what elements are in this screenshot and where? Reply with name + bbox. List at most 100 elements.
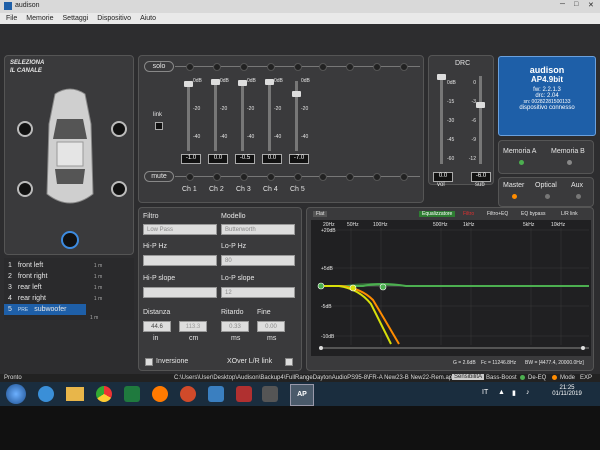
input-optical-label[interactable]: Optical (535, 182, 557, 189)
gain-value-ch2[interactable]: 0.0 (208, 154, 228, 164)
volume-icon[interactable]: ♪ (526, 389, 530, 396)
fader-track-ch4[interactable] (268, 81, 271, 151)
menu-aiuto[interactable]: Aiuto (140, 15, 156, 22)
eq-node-2-icon[interactable] (349, 284, 357, 292)
solo-extra-dot-1-icon[interactable] (319, 63, 327, 71)
equalizzatore-button[interactable]: Equalizzatore (419, 211, 456, 217)
gain-value-ch3[interactable]: -0.5 (235, 154, 255, 164)
gain-value-ch1[interactable]: -1.0 (181, 154, 201, 164)
speaker-rear-right-icon[interactable] (111, 181, 127, 197)
menu-settaggi[interactable]: Settaggi (63, 15, 89, 22)
solo-dot-ch3-icon[interactable] (240, 63, 248, 71)
network-icon[interactable]: ▮ (512, 389, 516, 397)
firefox-icon[interactable] (152, 386, 168, 402)
clock[interactable]: 21:25 01/11/2019 (552, 385, 582, 397)
fader-knob-ch4[interactable] (265, 79, 274, 85)
input-aux-label[interactable]: Aux (571, 182, 583, 189)
sub-fader-knob[interactable] (476, 102, 485, 108)
ritardo-field[interactable]: 0.33 (221, 321, 249, 332)
mute-button[interactable]: mute (144, 171, 174, 182)
audison-taskbar-icon[interactable]: AP (290, 384, 314, 406)
vol-fader-track[interactable] (440, 76, 443, 164)
lop-slope-select[interactable]: 12 (221, 287, 295, 298)
mute-dot-ch2-icon[interactable] (213, 173, 221, 181)
channel-row-4[interactable]: 4 rear right 1 m (4, 293, 134, 304)
xover-checkbox[interactable] (285, 358, 293, 366)
x-slider-start-icon[interactable] (319, 346, 323, 350)
mute-extra-dot-1-icon[interactable] (319, 173, 327, 181)
solo-button[interactable]: solo (144, 61, 174, 72)
app-grey-icon[interactable] (262, 386, 278, 402)
eq-node-3-icon[interactable] (379, 283, 387, 291)
fader-knob-ch2[interactable] (211, 79, 220, 85)
app-cd-icon[interactable] (236, 386, 252, 402)
link-checkbox[interactable] (155, 122, 163, 130)
fader-knob-ch3[interactable] (238, 80, 247, 87)
tab-flat[interactable]: Flat (313, 211, 328, 217)
folder-icon[interactable] (66, 387, 84, 401)
speaker-front-right-icon[interactable] (111, 121, 127, 137)
mute-dot-ch1-icon[interactable] (186, 173, 194, 181)
vol-value[interactable]: 0.0 (433, 172, 453, 182)
mute-dot-ch3-icon[interactable] (240, 173, 248, 181)
solo-dot-ch2-icon[interactable] (213, 63, 221, 71)
mute-extra-dot-2-icon[interactable] (346, 173, 354, 181)
hip-hz-select[interactable] (143, 255, 217, 266)
eq-bypass-toggle[interactable]: EQ bypass (521, 211, 545, 217)
gain-value-ch4[interactable]: 0.0 (262, 154, 282, 164)
media-icon[interactable] (124, 386, 140, 402)
menu-memorie[interactable]: Memorie (26, 15, 53, 22)
vol-fader-knob[interactable] (437, 74, 446, 80)
app-blue-icon[interactable] (208, 386, 224, 402)
fader-knob-ch5[interactable] (292, 90, 301, 97)
tray-arrow-icon[interactable]: ▲ (498, 389, 505, 396)
channel-row-5-selected[interactable]: 5 PRE subwoofer (4, 304, 86, 315)
x-slider-end-icon[interactable] (581, 346, 585, 350)
solo-extra-dot-3-icon[interactable] (373, 63, 381, 71)
app-red-icon[interactable] (180, 386, 196, 402)
filtro-toggle[interactable]: Filtro (463, 211, 474, 217)
sub-fader-track[interactable] (479, 76, 482, 164)
fine-field[interactable]: 0.00 (257, 321, 285, 332)
mute-extra-dot-3-icon[interactable] (373, 173, 381, 181)
inversione-checkbox[interactable] (145, 358, 153, 366)
start-button-icon[interactable] (6, 384, 26, 404)
menu-file[interactable]: File (6, 15, 17, 22)
distanza-cm-field[interactable]: 113.3 (179, 321, 207, 332)
maximize-icon[interactable]: □ (574, 1, 578, 8)
sub-value[interactable]: -6.0 (471, 172, 491, 182)
memory-a-label[interactable]: Memoria A (503, 148, 536, 155)
mute-dot-ch4-icon[interactable] (267, 173, 275, 181)
eq-graph[interactable] (311, 220, 591, 356)
fader-track-ch1[interactable] (187, 81, 190, 151)
filtro-eq-toggle[interactable]: Filtro+EQ (487, 211, 508, 217)
gain-value-ch5[interactable]: -7.0 (289, 154, 309, 164)
speaker-rear-left-icon[interactable] (17, 181, 33, 197)
solo-extra-dot-4-icon[interactable] (400, 63, 408, 71)
hip-slope-select[interactable] (143, 287, 217, 298)
solo-extra-dot-2-icon[interactable] (346, 63, 354, 71)
solo-dot-ch4-icon[interactable] (267, 63, 275, 71)
channel-row-3[interactable]: 3 rear left 1 m (4, 282, 134, 293)
language-indicator[interactable]: IT (482, 389, 488, 396)
minimize-icon[interactable]: ─ (560, 1, 565, 8)
channel-row-1[interactable]: 1 front left 1 m (4, 260, 134, 271)
eq-node-1-icon[interactable] (317, 282, 325, 290)
solo-dot-ch5-icon[interactable] (294, 63, 302, 71)
lr-link-toggle[interactable]: L/R link (561, 211, 578, 217)
channel-row-2[interactable]: 2 front right 1 m (4, 271, 134, 282)
subwoofer-icon[interactable] (61, 231, 79, 249)
distanza-in-field[interactable]: 44.6 (143, 321, 171, 332)
memory-b-label[interactable]: Memoria B (551, 148, 585, 155)
menu-dispositivo[interactable]: Dispositivo (97, 15, 131, 22)
mute-extra-dot-4-icon[interactable] (400, 173, 408, 181)
solo-dot-ch1-icon[interactable] (186, 63, 194, 71)
ie-icon[interactable] (38, 386, 54, 402)
fader-track-ch2[interactable] (214, 81, 217, 151)
fader-track-ch3[interactable] (241, 81, 244, 151)
input-master-label[interactable]: Master (503, 182, 524, 189)
modello-select[interactable]: Butterworth (221, 224, 295, 235)
sensibilita-button[interactable]: SensibilitA (452, 374, 485, 380)
filtro-select[interactable]: Low Pass (143, 224, 217, 235)
mute-dot-ch5-icon[interactable] (294, 173, 302, 181)
